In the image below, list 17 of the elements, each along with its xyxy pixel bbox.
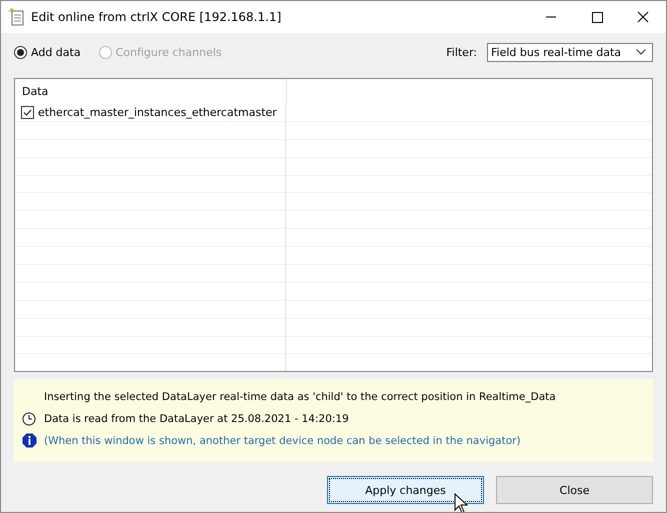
clock-icon — [22, 412, 36, 426]
dialog-button[interactable]: Apply changes — [327, 476, 484, 504]
checkbox[interactable] — [21, 106, 34, 119]
radio-button[interactable]: Add data — [14, 46, 81, 58]
info-icon — [22, 433, 37, 448]
info-text: Data is read from the DataLayer at 25.08.2021 - 14:20:19 — [44, 412, 349, 424]
window-title: Edit online from ctrlX CORE [192.168.1.1] — [31, 10, 282, 24]
notepad-icon — [9, 8, 25, 26]
dialog-button[interactable]: Close — [496, 476, 653, 504]
filter-label: Filter: — [446, 46, 477, 58]
caret-icon — [636, 49, 646, 55]
table-cell: ethercat_master_instances_ethercatmaster — [38, 106, 277, 119]
mouse-pointer-icon — [454, 493, 468, 512]
info-text: (When this window is shown, another target device node can be selected in the navigator) — [44, 434, 521, 446]
filter-dropdown[interactable]: Field bus real-time data — [487, 42, 653, 62]
column-header[interactable]: Data — [22, 85, 48, 98]
info-text: Inserting the selected DataLayer real-time data as 'child' to the correct position in Realtime_Data — [44, 390, 556, 402]
